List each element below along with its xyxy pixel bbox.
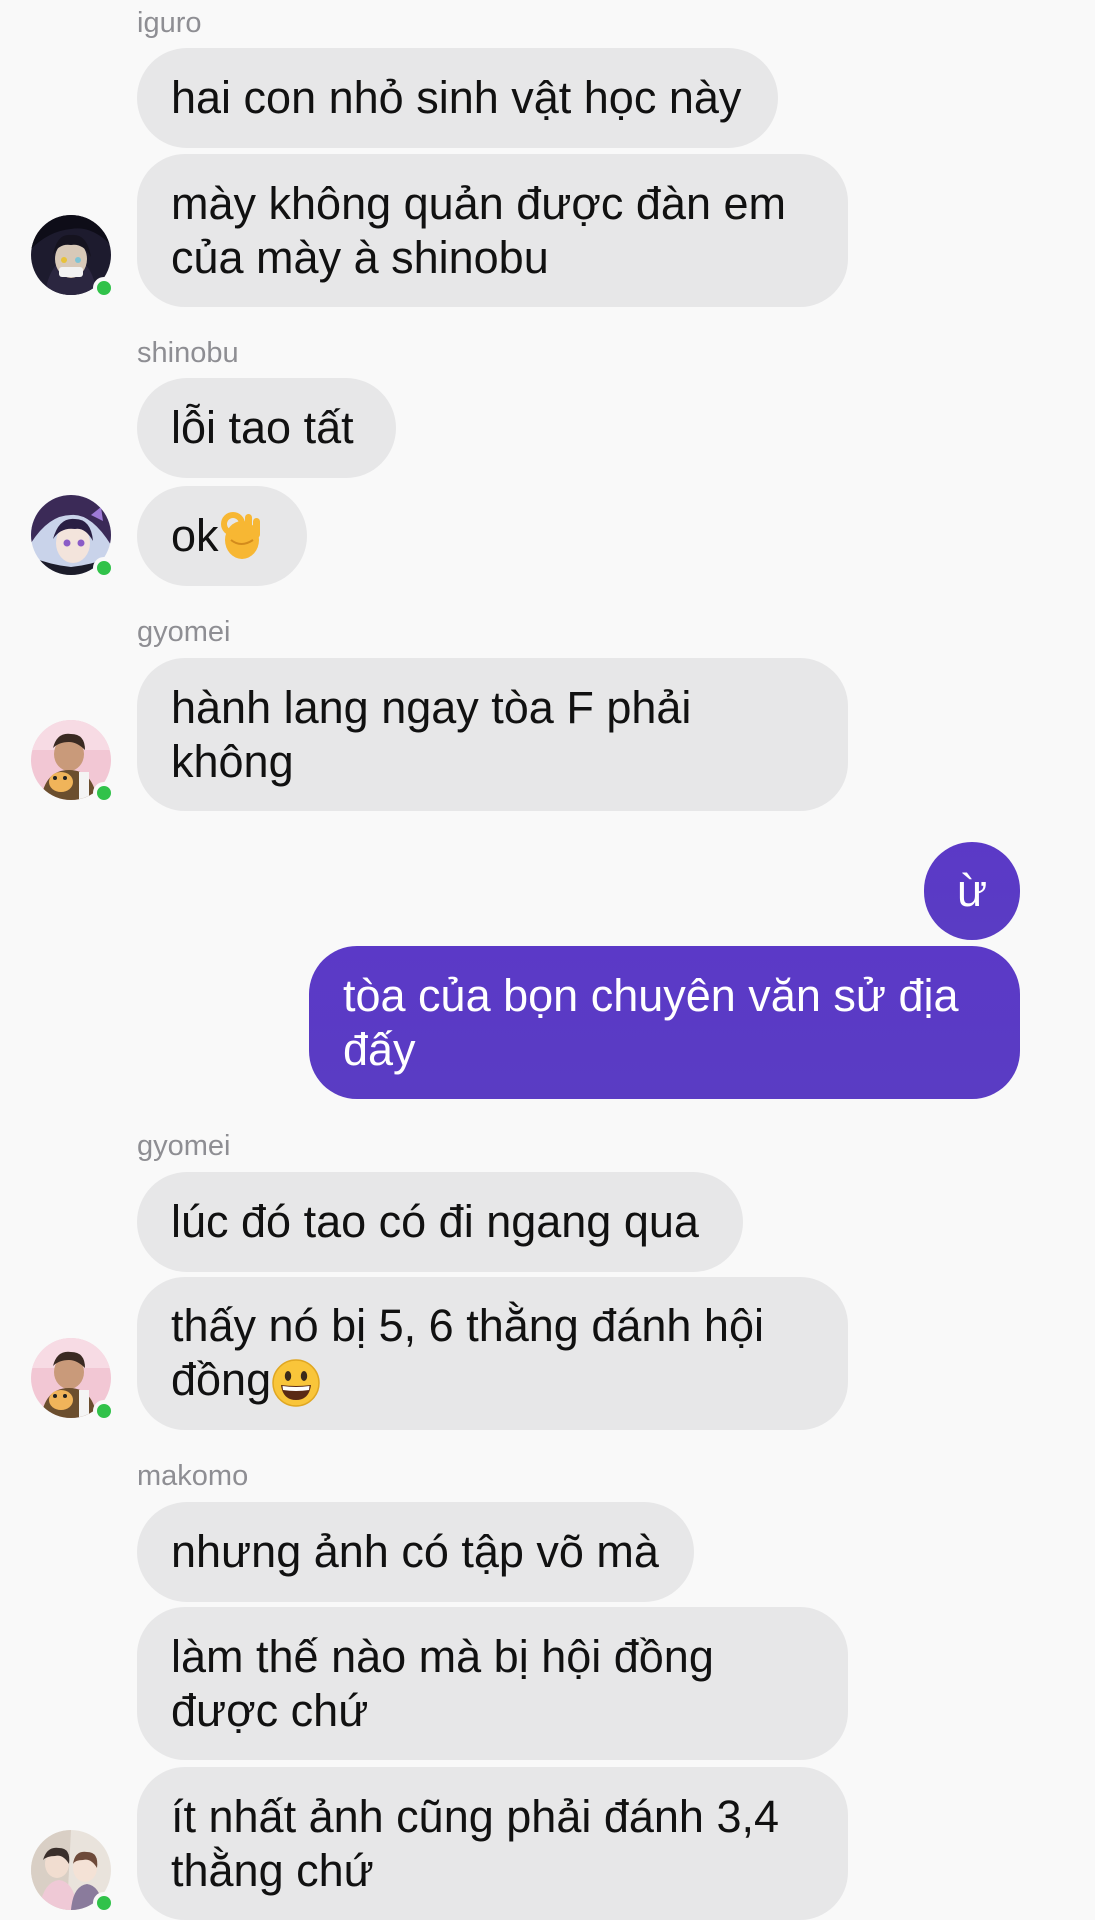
online-status-dot bbox=[93, 782, 115, 804]
avatar-gyomei[interactable] bbox=[31, 1338, 115, 1422]
avatar-shinobu[interactable] bbox=[31, 495, 115, 579]
avatar-iguro[interactable] bbox=[31, 215, 115, 299]
message-bubble[interactable]: lỗi tao tất bbox=[137, 378, 396, 478]
message-bubble[interactable]: thấy nó bị 5, 6 thằng đánh hội đồng bbox=[137, 1277, 848, 1430]
message-bubble[interactable]: lúc đó tao có đi ngang qua bbox=[137, 1172, 743, 1272]
message-bubble[interactable]: hành lang ngay tòa F phải không bbox=[137, 658, 848, 811]
online-status-dot bbox=[93, 1892, 115, 1914]
message-bubble[interactable]: ok bbox=[137, 486, 307, 586]
sender-name-iguro: iguro bbox=[137, 7, 202, 39]
sender-name-makomo: makomo bbox=[137, 1460, 249, 1492]
message-bubble[interactable]: làm thế nào mà bị hội đồng được chứ bbox=[137, 1607, 848, 1760]
sender-name-shinobu: shinobu bbox=[137, 337, 239, 369]
online-status-dot bbox=[93, 1400, 115, 1422]
message-bubble[interactable]: mày không quản được đàn em của mày à shi… bbox=[137, 154, 848, 307]
my-message-bubble[interactable]: ừ bbox=[924, 842, 1020, 940]
grinning-face-emoji bbox=[272, 1359, 320, 1407]
ok-hand-emoji bbox=[220, 512, 260, 559]
sender-name-gyomei: gyomei bbox=[137, 1130, 231, 1162]
sender-name-gyomei: gyomei bbox=[137, 616, 231, 648]
avatar-gyomei[interactable] bbox=[31, 720, 115, 804]
online-status-dot bbox=[93, 557, 115, 579]
message-bubble[interactable]: ít nhất ảnh cũng phải đánh 3,4 thằng chứ bbox=[137, 1767, 848, 1920]
message-text: thấy nó bị 5, 6 thằng đánh hội đồng bbox=[171, 1299, 764, 1405]
avatar-makomo[interactable] bbox=[31, 1830, 115, 1914]
message-bubble[interactable]: hai con nhỏ sinh vật học này bbox=[137, 48, 778, 148]
my-message-bubble[interactable]: tòa của bọn chuyên văn sử địa đấy bbox=[309, 946, 1020, 1099]
online-status-dot bbox=[93, 277, 115, 299]
message-bubble[interactable]: nhưng ảnh có tập võ mà bbox=[137, 1502, 694, 1602]
message-text: ok bbox=[171, 510, 219, 561]
